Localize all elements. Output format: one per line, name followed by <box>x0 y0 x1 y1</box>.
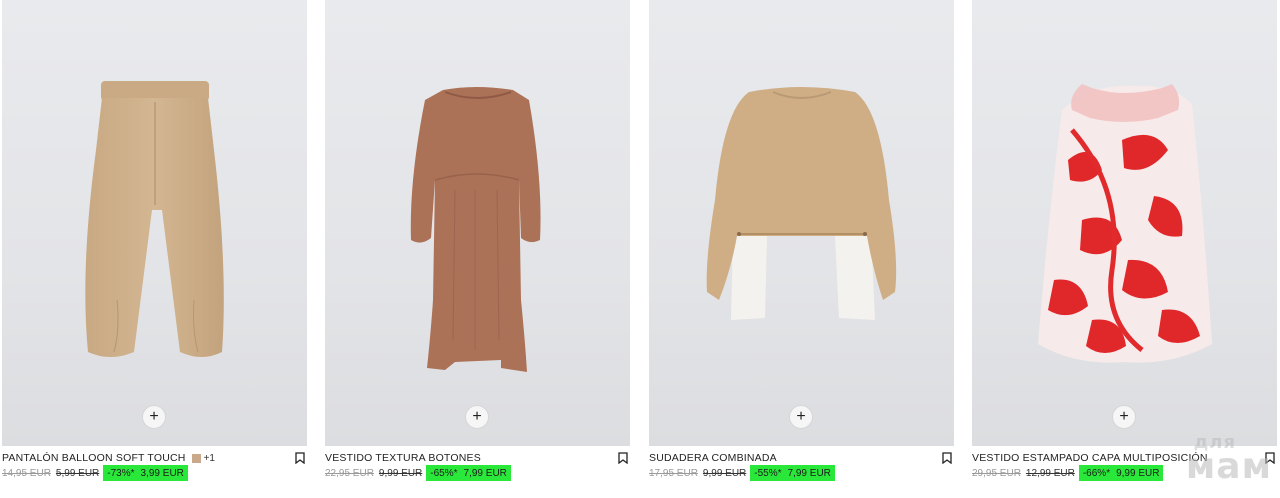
previous-price: 9,99 EUR <box>378 467 423 479</box>
bookmark-icon[interactable] <box>618 452 628 464</box>
original-price: 14,95 EUR <box>2 467 51 479</box>
original-price: 17,95 EUR <box>649 467 698 479</box>
bookmark-icon[interactable] <box>942 452 952 464</box>
original-price: 22,95 EUR <box>325 467 374 479</box>
previous-price: 5,99 EUR <box>55 467 100 479</box>
color-swatch[interactable] <box>191 453 201 463</box>
bookmark-icon[interactable] <box>1265 452 1275 464</box>
add-to-cart-button[interactable]: + <box>465 405 489 429</box>
product-card: + SUDADERA COMBINADA 17,95 EUR 9,99 EUR … <box>649 0 954 498</box>
sale-badge: -66%* 9,99 EUR <box>1078 465 1164 481</box>
bookmark-icon[interactable] <box>295 452 305 464</box>
product-name[interactable]: SUDADERA COMBINADA <box>649 452 777 464</box>
beige-balloon-pants-image <box>85 81 224 357</box>
sale-price: 3,99 EUR <box>140 467 184 479</box>
original-price: 29,95 EUR <box>972 467 1021 479</box>
discount-percent: -73%* <box>107 467 135 479</box>
product-name[interactable]: PANTALÓN BALLOON SOFT TOUCH <box>2 452 186 464</box>
sale-badge: -73%* 3,99 EUR <box>103 465 188 481</box>
beige-sweatshirt-white-hem-image <box>706 87 897 320</box>
price-row: 22,95 EUR 9,99 EUR -65%* 7,99 EUR <box>325 465 511 481</box>
price-row: 17,95 EUR 9,99 EUR -55%* 7,99 EUR <box>649 465 835 481</box>
price-row: 29,95 EUR 12,99 EUR -66%* 9,99 EUR <box>972 465 1164 481</box>
product-image[interactable]: + <box>972 0 1277 446</box>
add-to-cart-button[interactable]: + <box>789 405 813 429</box>
discount-percent: -66%* <box>1082 467 1111 479</box>
product-image[interactable]: + <box>325 0 630 446</box>
sale-badge: -55%* 7,99 EUR <box>750 465 835 481</box>
red-floral-print-dress-image <box>1038 84 1212 363</box>
product-name[interactable]: VESTIDO ESTAMPADO CAPA MULTIPOSICIÓN <box>972 452 1208 464</box>
product-grid: + PANTALÓN BALLOON SOFT TOUCH +1 14,95 E… <box>2 0 1278 498</box>
sale-price: 7,99 EUR <box>787 467 831 479</box>
product-image[interactable]: + <box>649 0 954 446</box>
price-row: 14,95 EUR 5,99 EUR -73%* 3,99 EUR <box>2 465 188 481</box>
add-to-cart-button[interactable]: + <box>142 405 166 429</box>
brown-textured-dress-image <box>410 87 541 372</box>
product-card: + VESTIDO ESTAMPADO CAPA MULTIPOSICIÓN 2… <box>972 0 1277 498</box>
product-card: + PANTALÓN BALLOON SOFT TOUCH +1 14,95 E… <box>2 0 307 498</box>
more-colors-count[interactable]: +1 <box>204 453 215 464</box>
sale-price: 9,99 EUR <box>1116 467 1160 479</box>
product-image[interactable]: + <box>2 0 307 446</box>
previous-price: 12,99 EUR <box>1025 467 1075 479</box>
product-name[interactable]: VESTIDO TEXTURA BOTONES <box>325 452 481 464</box>
discount-percent: -55%* <box>754 467 782 479</box>
discount-percent: -65%* <box>430 467 458 479</box>
sale-price: 7,99 EUR <box>463 467 507 479</box>
product-card: + VESTIDO TEXTURA BOTONES 22,95 EUR 9,99… <box>325 0 630 498</box>
previous-price: 9,99 EUR <box>702 467 747 479</box>
add-to-cart-button[interactable]: + <box>1112 405 1136 429</box>
sale-badge: -65%* 7,99 EUR <box>426 465 511 481</box>
